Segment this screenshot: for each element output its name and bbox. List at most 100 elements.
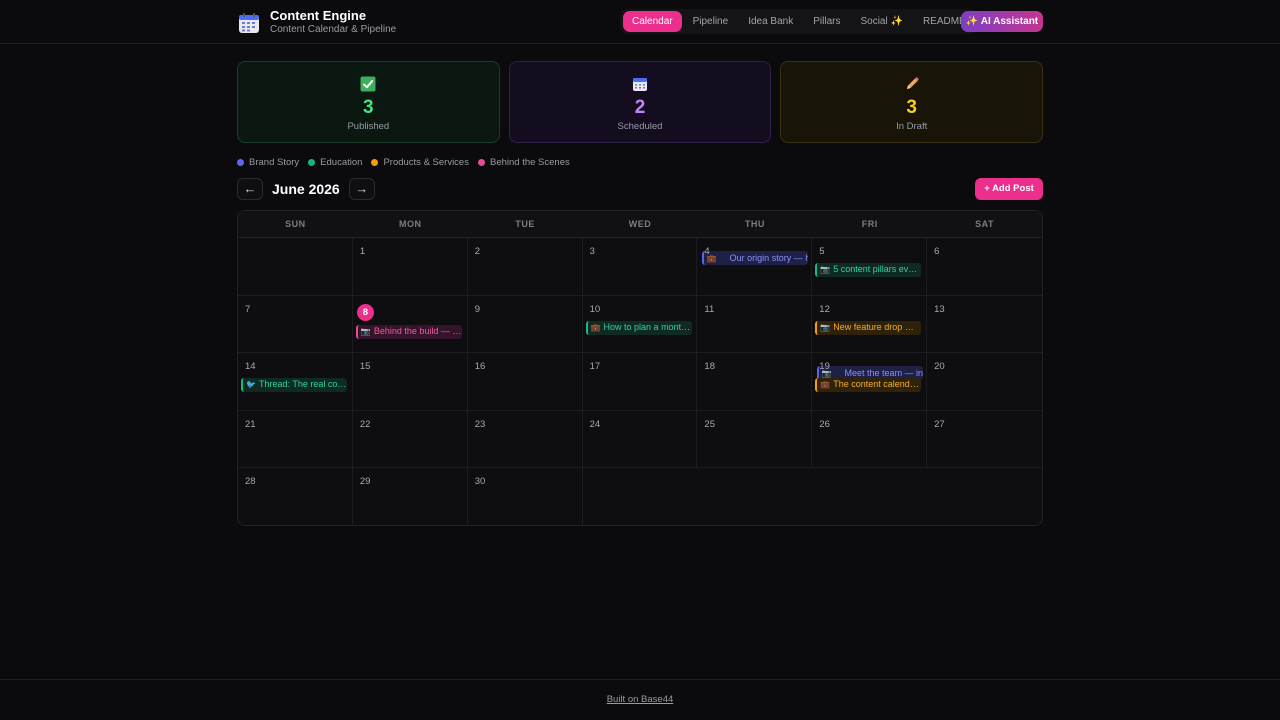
day-number: 9 <box>474 303 480 315</box>
day-cell[interactable]: 17📷Meet the team — intro video <box>582 353 923 411</box>
day-number: 15 <box>359 361 371 372</box>
post-title: New feature drop — what's new <box>833 321 921 332</box>
day-number: 3 <box>589 246 595 257</box>
day-number: 23 <box>474 418 486 430</box>
weekday-label: FRI <box>861 219 878 229</box>
day-cell[interactable]: 13 <box>927 296 1042 353</box>
day-cell[interactable]: 27 <box>927 411 1042 468</box>
post-chip[interactable]: 💼How to plan a month of content <box>585 320 692 335</box>
legend-item: Products & Services <box>371 157 469 168</box>
legend-item: Education <box>308 157 362 168</box>
day-cell[interactable]: 29 <box>353 468 468 525</box>
stat-label: Published <box>347 121 390 132</box>
ai-assistant-button[interactable]: ✨ AI Assistant <box>961 11 1043 32</box>
weekday-label: MON <box>399 219 422 229</box>
post-type-icon: 💼 <box>590 322 601 332</box>
day-cell[interactable]: 28 <box>238 468 353 525</box>
post-chip[interactable]: 📷New feature drop — what's new <box>815 320 922 335</box>
day-number: 11 <box>704 303 715 315</box>
day-number: 6 <box>934 246 940 257</box>
day-cell[interactable]: 11 <box>697 295 813 353</box>
day-cell[interactable]: 23 <box>467 410 583 468</box>
day-cell[interactable]: 18 <box>697 353 813 411</box>
day-cell[interactable]: 4 <box>697 238 813 296</box>
day-cell[interactable]: 6 <box>927 238 1042 296</box>
day-cell[interactable]: 7 <box>238 295 353 353</box>
day-cell[interactable]: 19 💼The content calendar template <box>812 353 928 411</box>
post-type-icon: 📷 <box>360 326 371 336</box>
day-number: 7 <box>245 303 251 315</box>
post-chip[interactable]: 💼The content calendar template <box>815 378 922 392</box>
built-on-link[interactable]: Built on Base44 <box>607 694 674 705</box>
legend-dot <box>371 159 379 166</box>
stat-scheduled: 2 Scheduled <box>508 61 772 143</box>
nav-idea-bank[interactable]: Idea Bank <box>739 11 802 32</box>
empty-day-cell <box>812 468 927 525</box>
stat-label: Scheduled <box>617 121 663 132</box>
stat-value: 3 <box>906 97 917 118</box>
day-cell[interactable]: 20 <box>927 353 1042 411</box>
day-number: 17 <box>589 361 601 372</box>
post-chip[interactable]: 📷5 content pillars every brand needs <box>815 263 922 277</box>
brand: Content Engine Content Calendar & Pipeli… <box>238 9 396 36</box>
day-number: 29 <box>359 476 371 487</box>
day-cell[interactable]: 24 <box>582 410 698 468</box>
day-cell[interactable]: 10 💼How to plan a month of content <box>582 295 698 353</box>
nav-social[interactable]: Social ✨ <box>851 11 911 32</box>
legend-item: Behind the Scenes <box>477 157 570 168</box>
post-type-icon: 📷 <box>820 322 831 332</box>
weekday-label: THU <box>744 219 765 229</box>
day-cell[interactable]: 1 <box>352 238 468 296</box>
post-chip[interactable]: 📷Behind the build — our process <box>355 324 462 339</box>
day-cell[interactable]: 15 <box>352 353 468 411</box>
day-cell[interactable]: 8 📷Behind the build — our process <box>352 295 468 353</box>
empty-day-cell <box>927 468 1042 525</box>
post-type-icon: 📷 <box>820 265 831 274</box>
legend-dot <box>237 159 244 166</box>
next-month-button[interactable]: → <box>348 178 375 200</box>
day-number: 26 <box>819 418 830 430</box>
day-number: 21 <box>245 418 256 430</box>
day-number: 22 <box>359 418 371 430</box>
day-cell[interactable]: 22 <box>352 410 468 468</box>
prev-month-button[interactable]: ← <box>237 178 263 200</box>
nav-calendar[interactable]: Calendar <box>623 11 682 32</box>
day-number: 5 <box>819 246 825 257</box>
pencil-icon <box>906 77 919 89</box>
legend-dot <box>308 159 316 166</box>
day-cell[interactable]: 14 🐦Thread: The real cost of inconsistenc… <box>238 353 353 411</box>
nav-pipeline[interactable]: Pipeline <box>684 11 738 32</box>
footer: Built on Base44 <box>0 679 1280 720</box>
day-number: 16 <box>474 361 486 372</box>
post-chip[interactable]: 🐦Thread: The real cost of inconsistency <box>241 378 347 392</box>
post-title: How to plan a month of content <box>603 321 692 332</box>
nav-pillars[interactable]: Pillars <box>804 11 849 32</box>
stat-value: 2 <box>634 97 646 118</box>
post-type-icon: 💼 <box>820 380 831 389</box>
app-subtitle: Content Calendar & Pipeline <box>270 24 397 35</box>
day-cell[interactable]: 9 <box>467 295 583 353</box>
day-cell[interactable]: 5 📷5 content pillars every brand needs <box>812 238 928 296</box>
day-cell[interactable]: 26 <box>812 410 928 468</box>
day-cell[interactable]: 2💼Our origin story — how we started <box>467 238 808 296</box>
stat-value: 3 <box>363 97 374 118</box>
weekday-label: SUN <box>285 219 306 229</box>
legend-label: Products & Services <box>383 157 469 168</box>
day-number: 30 <box>474 476 486 487</box>
app-header: Content Engine Content Calendar & Pipeli… <box>0 0 1280 44</box>
add-post-button[interactable]: + Add Post <box>975 178 1043 200</box>
main-nav: Calendar Pipeline Idea Bank Pillars Soci… <box>620 9 978 34</box>
day-cell[interactable]: 12 📷New feature drop — what's new <box>812 295 928 353</box>
day-number: 28 <box>245 476 256 487</box>
day-cell[interactable]: 30 <box>468 468 583 525</box>
app-title: Content Engine <box>270 8 367 23</box>
post-title: Behind the build — our process <box>373 325 462 336</box>
day-cell[interactable]: 21 <box>238 410 353 468</box>
day-cell[interactable]: 3 <box>582 238 698 296</box>
stat-in-draft: 3 In Draft <box>780 61 1044 143</box>
legend-label: Brand Story <box>249 157 300 168</box>
day-cell[interactable]: 16 <box>467 353 583 411</box>
calendar-grid: 1 2💼Our origin story — how we started3 4 5 📷… <box>238 238 1042 525</box>
weekday-label: SAT <box>975 219 994 229</box>
day-cell[interactable]: 25 <box>697 410 813 468</box>
